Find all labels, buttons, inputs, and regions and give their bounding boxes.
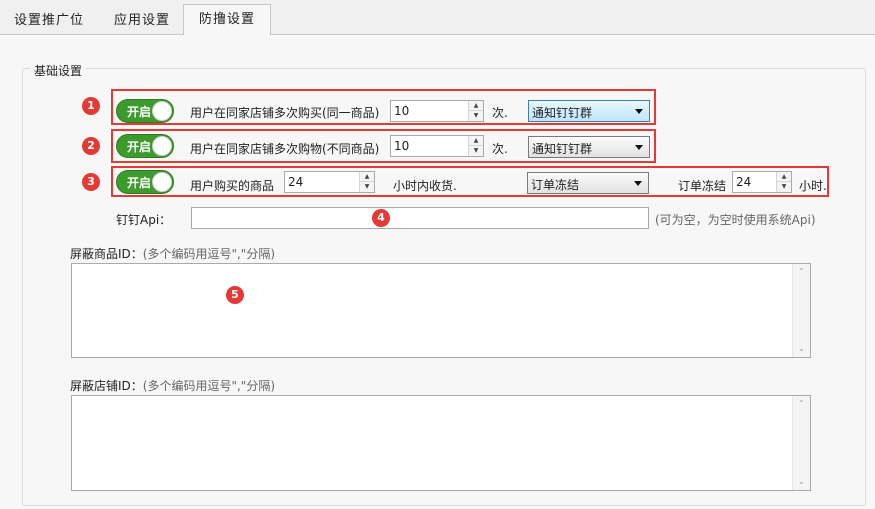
badge-3: 3 xyxy=(82,173,100,191)
rule-2-description: 用户在同家店铺多次购物(不同商品) xyxy=(190,142,380,156)
block-shops-label: 屏蔽店铺ID：(多个编码用逗号","分隔) xyxy=(70,377,275,394)
tab-bar: 设置推广位 应用设置 防撸设置 xyxy=(0,0,875,36)
rule-1-description: 用户在同家店铺多次购买(同一商品) xyxy=(190,106,380,120)
dingtalk-api-label: 钉钉Api： xyxy=(116,213,172,227)
toggle-knob-icon xyxy=(152,136,172,156)
tab-app-settings[interactable]: 应用设置 xyxy=(104,8,180,34)
stepper-down-icon[interactable]: ▼ xyxy=(469,146,483,156)
stepper-up-icon[interactable]: ▲ xyxy=(469,101,483,111)
scroll-up-icon[interactable]: ⌃ xyxy=(793,265,810,279)
freeze-unit: 小时. xyxy=(799,179,827,193)
stepper-value: 24 xyxy=(736,175,752,189)
badge-4: 4 xyxy=(372,209,390,227)
toggle-knob-icon xyxy=(152,172,172,192)
rule-2-count-stepper[interactable]: 10 ▲ ▼ xyxy=(390,135,484,157)
block-goods-textarea[interactable]: ⌃ ⌄ xyxy=(71,263,811,358)
stepper-up-icon[interactable]: ▲ xyxy=(469,136,483,146)
scroll-down-icon[interactable]: ⌄ xyxy=(793,475,810,489)
scrollbar[interactable]: ⌃ ⌄ xyxy=(792,264,810,357)
badge-2: 2 xyxy=(82,137,100,155)
toggle-knob-icon xyxy=(152,101,172,121)
rule-3-hours-stepper[interactable]: 24 ▲ ▼ xyxy=(284,171,375,193)
stepper-value: 10 xyxy=(394,139,410,153)
stepper-buttons[interactable]: ▲ ▼ xyxy=(468,101,483,121)
stepper-value: 10 xyxy=(394,104,410,118)
rule-1-toggle[interactable]: 开启 xyxy=(116,99,174,123)
block-shops-textarea[interactable]: ⌃ ⌄ xyxy=(71,395,811,491)
stepper-down-icon[interactable]: ▼ xyxy=(777,182,791,192)
dingtalk-api-hint: (可为空，为空时使用系统Api) xyxy=(655,213,816,227)
scroll-up-icon[interactable]: ⌃ xyxy=(793,397,810,411)
block-goods-label: 屏蔽商品ID：(多个编码用逗号","分隔) xyxy=(70,245,275,262)
rule-1-count-stepper[interactable]: 10 ▲ ▼ xyxy=(390,100,484,122)
rule-2-unit: 次. xyxy=(492,142,508,156)
select-value: 订单冻结 xyxy=(531,178,580,192)
block-shops-hint: (多个编码用逗号","分隔) xyxy=(142,379,275,393)
chevron-down-icon xyxy=(635,109,643,114)
select-value: 通知钉钉群 xyxy=(532,142,593,156)
select-value: 通知钉钉群 xyxy=(532,106,593,120)
block-shops-label-text: 屏蔽店铺ID： xyxy=(70,379,143,393)
dingtalk-api-input[interactable] xyxy=(191,207,649,229)
toggle-label: 开启 xyxy=(127,176,152,190)
rule-2-action-select[interactable]: 通知钉钉群 xyxy=(528,136,650,158)
rule-2-toggle[interactable]: 开启 xyxy=(116,134,174,158)
chevron-down-icon xyxy=(634,181,642,186)
block-goods-hint: (多个编码用逗号","分隔) xyxy=(142,247,275,261)
tab-anti-fraud-settings[interactable]: 防撸设置 xyxy=(183,4,271,36)
rule-3-action-select[interactable]: 订单冻结 xyxy=(527,172,649,194)
badge-5: 5 xyxy=(226,286,244,304)
rule-1-unit: 次. xyxy=(492,106,508,120)
stepper-buttons[interactable]: ▲ ▼ xyxy=(359,172,374,192)
stepper-buttons[interactable]: ▲ ▼ xyxy=(776,172,791,192)
rule-1-action-select[interactable]: 通知钉钉群 xyxy=(528,100,650,122)
stepper-down-icon[interactable]: ▼ xyxy=(360,182,374,192)
scrollbar[interactable]: ⌃ ⌄ xyxy=(792,396,810,490)
freeze-hours-stepper[interactable]: 24 ▲ ▼ xyxy=(732,171,792,193)
stepper-up-icon[interactable]: ▲ xyxy=(777,172,791,182)
scroll-down-icon[interactable]: ⌄ xyxy=(793,342,810,356)
rule-3-unit: 小时内收货. xyxy=(393,179,457,193)
stepper-buttons[interactable]: ▲ ▼ xyxy=(468,136,483,156)
rule-3-toggle[interactable]: 开启 xyxy=(116,170,174,194)
badge-1: 1 xyxy=(82,97,100,115)
stepper-up-icon[interactable]: ▲ xyxy=(360,172,374,182)
rule-3-description: 用户购买的商品 xyxy=(190,179,275,193)
stepper-value: 24 xyxy=(288,175,304,189)
group-title: 基础设置 xyxy=(30,62,87,79)
stepper-down-icon[interactable]: ▼ xyxy=(469,111,483,121)
freeze-label: 订单冻结 xyxy=(678,179,727,193)
toggle-label: 开启 xyxy=(127,140,152,154)
tab-promotion-position[interactable]: 设置推广位 xyxy=(6,8,92,34)
toggle-label: 开启 xyxy=(127,105,152,119)
block-goods-label-text: 屏蔽商品ID： xyxy=(70,247,143,261)
chevron-down-icon xyxy=(635,145,643,150)
